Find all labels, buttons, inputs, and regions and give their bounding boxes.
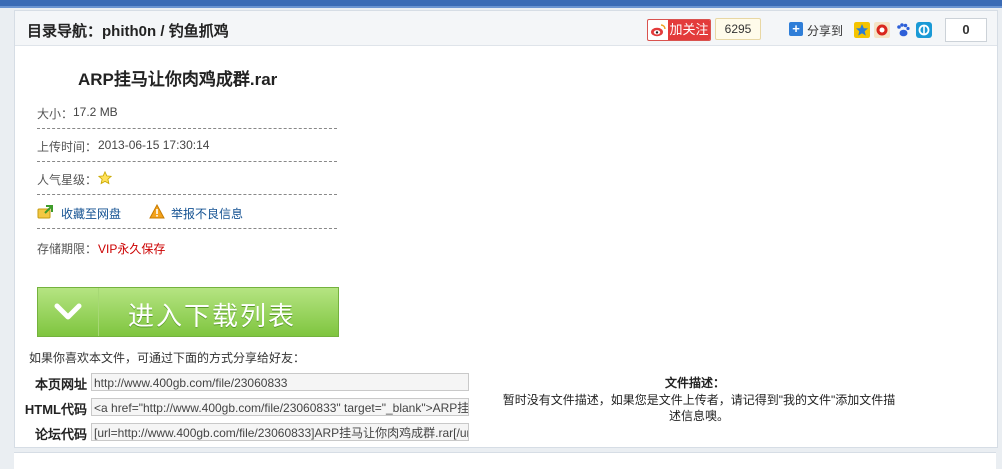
weibo-follow-label: 加关注 — [668, 20, 710, 40]
weibo-follower-count: 6295 — [715, 18, 761, 40]
qzone-star-icon[interactable] — [854, 22, 870, 38]
download-arrow-area — [38, 288, 99, 336]
size-value: 17.2 MB — [73, 105, 118, 119]
popularity-key: 人气星级： — [37, 173, 98, 187]
storage-key: 存储期限： — [37, 242, 98, 256]
chevron-down-icon — [54, 303, 82, 320]
weibo-follow-button[interactable]: 加关注 — [647, 19, 711, 41]
meta-upload-row: 上传时间： 2013-06-15 17:30:14 — [37, 128, 337, 162]
forum-code-input[interactable]: [url=http://www.400gb.com/file/23060833]… — [91, 423, 469, 441]
breadcrumb: 目录导航：phith0n / 钓鱼抓鸡 — [27, 20, 229, 41]
share-count: 0 — [945, 18, 987, 42]
share-key-page-url: 本页网址 — [34, 377, 87, 392]
storage-value: VIP永久保存 — [98, 242, 166, 256]
breadcrumb-user-link[interactable]: phith0n — [102, 23, 156, 40]
size-key: 大小： — [37, 107, 74, 121]
top-accent-strip — [0, 0, 1002, 8]
meta-actions-row: 收藏至网盘 举报不良信息 — [37, 195, 337, 229]
meta-size-row: 大小： 17.2 MB — [37, 95, 337, 129]
report-link[interactable]: 举报不良信息 — [171, 205, 243, 222]
next-section-strip — [14, 452, 996, 469]
share-tip: 如果你喜欢本文件，可通过下面的方式分享给好友： — [29, 351, 306, 365]
star-icon — [98, 171, 112, 185]
share-plus-icon[interactable]: + — [789, 22, 803, 36]
share-key-forum: 论坛代码 — [34, 427, 87, 442]
breadcrumb-separator: / — [156, 23, 169, 40]
page-url-input[interactable]: http://www.400gb.com/file/23060833 — [91, 373, 469, 391]
file-title: ARP挂马让你肉鸡成群.rar — [78, 70, 278, 89]
weibo-icon — [651, 24, 666, 37]
breadcrumb-folder-link[interactable]: 钓鱼抓鸡 — [169, 23, 229, 40]
share-to-label[interactable]: 分享到 — [807, 22, 843, 39]
description-title: 文件描述： — [665, 376, 726, 390]
upload-time-key: 上传时间： — [37, 140, 98, 154]
warning-icon — [149, 204, 165, 219]
favorite-link[interactable]: 收藏至网盘 — [61, 205, 121, 222]
description-text: 暂时没有文件描述，如果您是文件上传者，请记得到"我的文件"添加文件描述信息噢。 — [502, 393, 896, 423]
add-favorite-icon[interactable] — [37, 204, 53, 220]
html-code-input[interactable]: <a href="http://www.400gb.com/file/23060… — [91, 398, 469, 416]
share-key-html: HTML代码 — [24, 402, 87, 417]
pengyou-icon[interactable] — [916, 22, 932, 38]
breadcrumb-label: 目录导航： — [27, 23, 103, 40]
upload-time-value: 2013-06-15 17:30:14 — [98, 138, 210, 152]
meta-storage-row: 存储期限： VIP永久保存 — [37, 230, 337, 263]
meta-popularity-row: 人气星级： — [37, 161, 337, 195]
renren-icon[interactable] — [874, 22, 890, 38]
baidu-paw-icon[interactable] — [895, 22, 911, 38]
download-button-label: 进入下载列表 — [128, 301, 297, 331]
card-header: 目录导航：phith0n / 钓鱼抓鸡 加关注 6295 + 分享到 0 — [15, 11, 997, 46]
enter-download-list-button[interactable]: 进入下载列表 — [37, 287, 339, 337]
file-card: 目录导航：phith0n / 钓鱼抓鸡 加关注 6295 + 分享到 0 ARP… — [14, 10, 998, 448]
